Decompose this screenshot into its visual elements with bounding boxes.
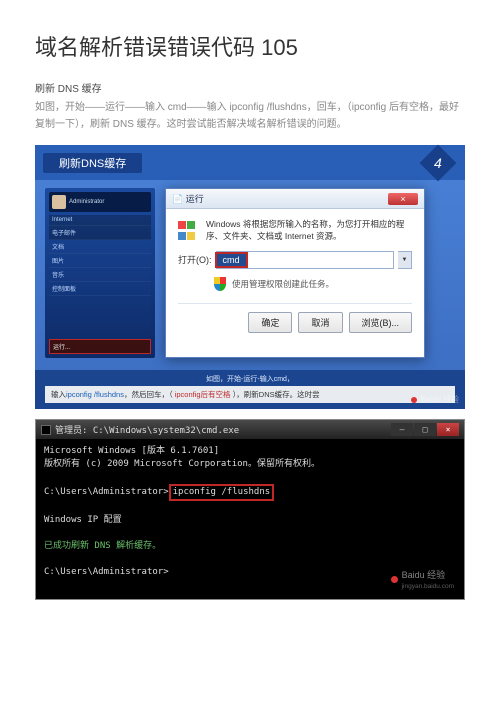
cmd-window-title: 管理员: C:\Windows\system32\cmd.exe xyxy=(55,423,239,436)
start-menu-user: Administrator xyxy=(69,199,104,205)
start-menu-item: 音乐 xyxy=(49,268,151,282)
step-number-badge: 4 xyxy=(420,145,457,182)
start-menu-item: Internet xyxy=(49,215,151,226)
start-menu-run-highlight: 运行... xyxy=(49,339,151,354)
run-dialog-title: 📄 运行 xyxy=(172,192,204,205)
page-title: 域名解析错误错误代码 105 xyxy=(35,30,465,62)
run-icon xyxy=(178,221,198,241)
success-line: 已成功刷新 DNS 解析缓存。 xyxy=(44,541,161,551)
cmd-icon xyxy=(41,425,51,435)
screenshot-run-dialog: 刷新DNS缓存 4 Administrator Internet 电子邮件 文档… xyxy=(35,145,465,409)
cmd-input-highlight: cmd xyxy=(215,252,248,268)
footer-bubble: 如图，开始-运行-输入cmd， xyxy=(45,374,455,384)
baidu-watermark: Baidu 经验 jingyan.baidu.com xyxy=(391,569,454,591)
start-menu-item: 电子邮件 xyxy=(49,226,151,240)
cancel-button[interactable]: 取消 xyxy=(298,312,342,333)
step-description: 如图，开始——运行——输入 cmd——输入 ipconfig /flushdns… xyxy=(35,99,465,133)
start-menu-item: 图片 xyxy=(49,254,151,268)
avatar-icon xyxy=(52,195,66,209)
command-highlight: ipconfig /flushdns xyxy=(169,484,275,501)
open-label: 打开(O): xyxy=(178,253,212,266)
step-subtitle: 刷新 DNS 缓存 xyxy=(35,80,465,95)
screenshot-cmd-window: 管理员: C:\Windows\system32\cmd.exe — □ × M… xyxy=(35,419,465,600)
ok-button[interactable]: 确定 xyxy=(248,312,292,333)
start-menu-item: 文档 xyxy=(49,240,151,254)
run-dialog-window: 📄 运行 × Windows 将根据您所输入的名称，为您打开相应的程序、文件夹、… xyxy=(165,188,425,358)
browse-button[interactable]: 浏览(B)... xyxy=(349,312,413,333)
close-icon[interactable]: × xyxy=(388,193,418,205)
slide-title: 刷新DNS缓存 xyxy=(43,153,142,173)
footer-instruction-bar: 输入 ipconfig /flushdns ，然后回车，（ ipconfig后有… xyxy=(45,386,455,403)
shield-icon xyxy=(214,277,226,291)
start-menu-item: 控制面板 xyxy=(49,282,151,296)
dropdown-icon[interactable]: ▼ xyxy=(398,251,412,269)
maximize-icon[interactable]: □ xyxy=(414,423,436,436)
baidu-watermark: Baidu 经验 xyxy=(411,394,459,405)
open-input[interactable]: cmd xyxy=(216,251,395,269)
close-icon[interactable]: × xyxy=(437,423,459,436)
admin-text: 使用管理权限创建此任务。 xyxy=(232,278,334,290)
start-menu: Administrator Internet 电子邮件 文档 图片 音乐 控制面… xyxy=(45,188,155,358)
minimize-icon[interactable]: — xyxy=(391,423,413,436)
run-dialog-prompt: Windows 将根据您所输入的名称，为您打开相应的程序、文件夹、文档或 Int… xyxy=(206,219,412,243)
cmd-output: Microsoft Windows [版本 6.1.7601] 版权所有 (c)… xyxy=(36,439,464,599)
